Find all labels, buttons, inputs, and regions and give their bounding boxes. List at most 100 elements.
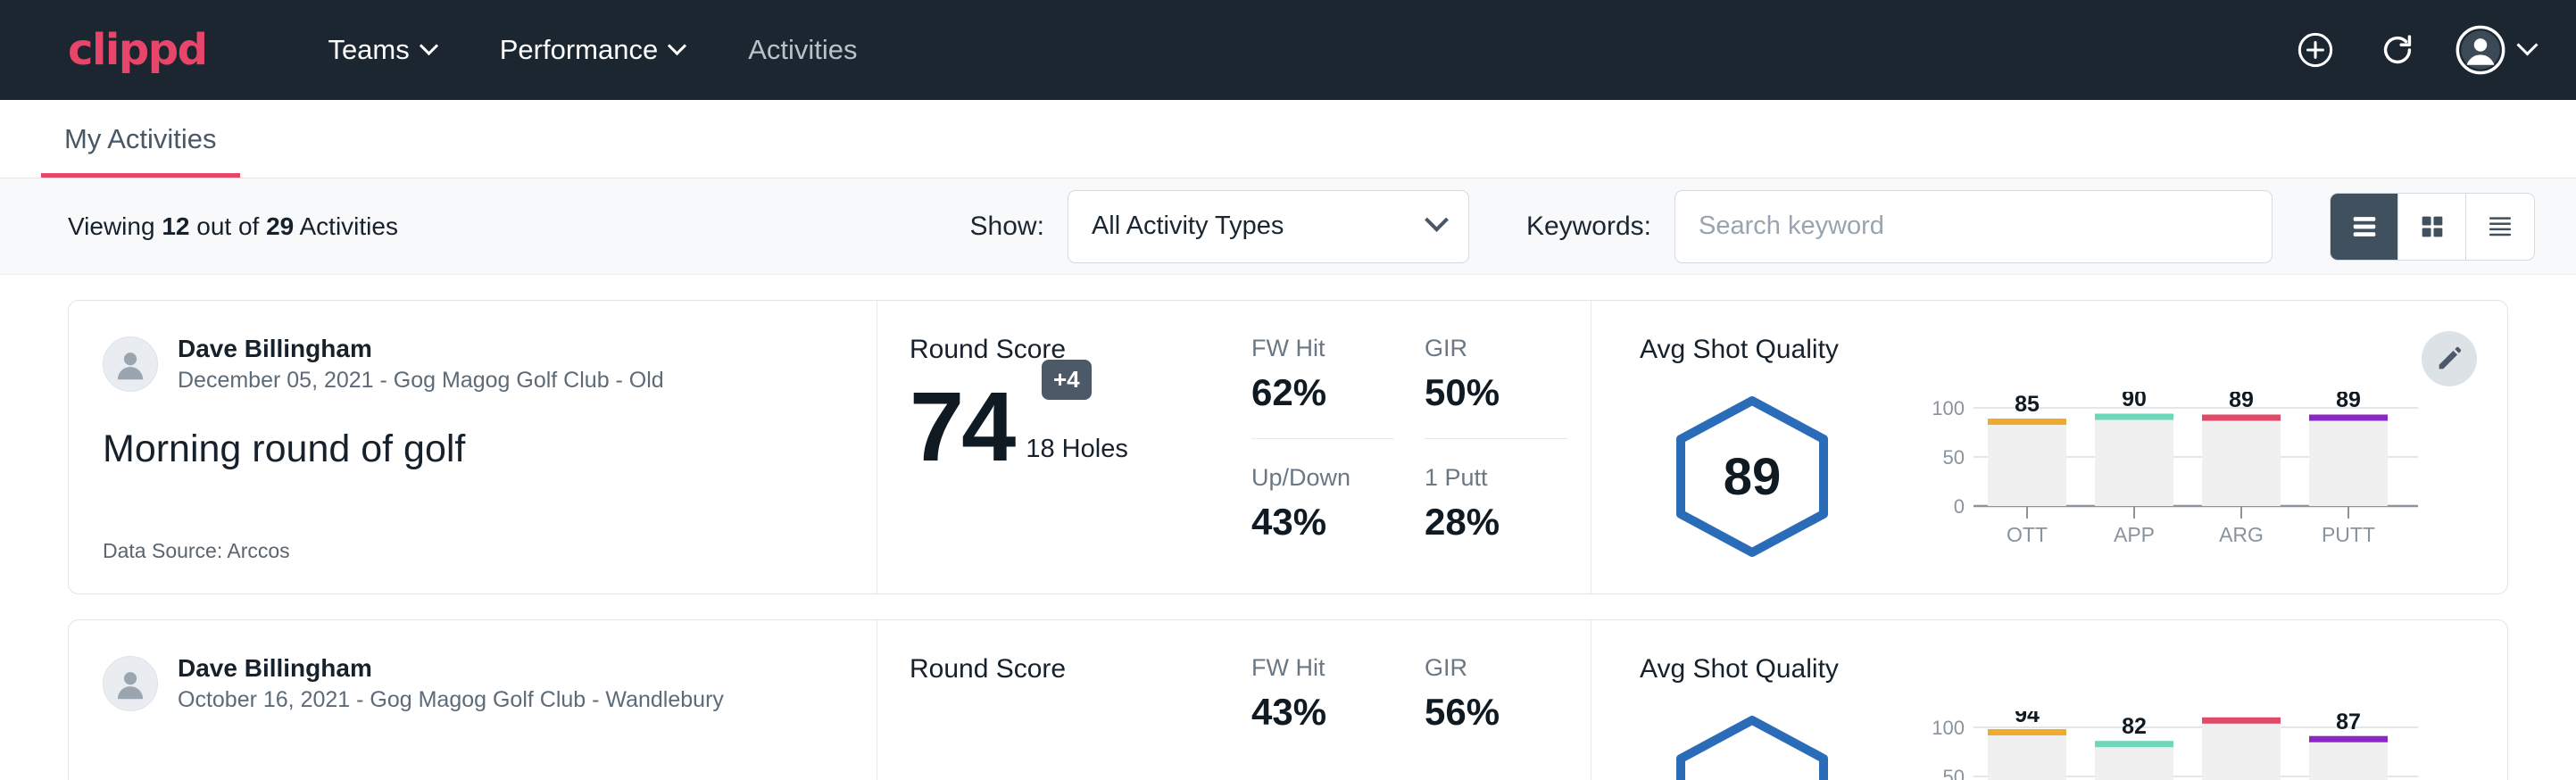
stat-gir: GIR 56% [1425, 654, 1567, 780]
stat-gir: GIR 50% [1425, 335, 1567, 439]
avg-shot-quality-label: Avg Shot Quality [1640, 654, 2507, 685]
filter-controls: Show: All Activity Types Keywords: Searc… [970, 190, 2535, 263]
svg-text:89: 89 [2336, 392, 2361, 412]
svg-text:89: 89 [2229, 392, 2254, 412]
round-score-label: Round Score [910, 654, 1251, 685]
quality-hexagon: 89 [1663, 392, 1841, 561]
svg-text:50: 50 [1943, 446, 1965, 469]
stat-label: FW Hit [1251, 335, 1394, 362]
stat-up-down: Up/Down 43% [1251, 464, 1394, 568]
nav-item-teams[interactable]: Teams [295, 34, 467, 66]
compact-view-icon [2485, 212, 2515, 241]
stat-value: 62% [1251, 371, 1394, 414]
stat-value: 50% [1425, 371, 1567, 414]
primary-nav: Teams Performance Activities [295, 34, 889, 66]
viewing-total: 29 [266, 212, 294, 240]
edit-activity-button[interactable] [2422, 331, 2477, 386]
round-score-value: 74 [910, 385, 1013, 471]
search-input[interactable]: Search keyword [1674, 190, 2273, 263]
tab-my-activities[interactable]: My Activities [41, 123, 240, 178]
round-stats-grid: FW Hit 62% GIR 50% Up/Down 43% 1 Putt 28… [1251, 301, 1591, 593]
activity-meta: October 16, 2021 - Gog Magog Golf Club -… [178, 687, 724, 713]
activity-summary: Dave Billingham December 05, 2021 - Gog … [69, 301, 877, 593]
grid-view-icon [2417, 212, 2447, 241]
nav-item-performance-label: Performance [500, 34, 658, 66]
avg-shot-quality-section: Avg Shot Quality 89 100 [1591, 301, 2507, 593]
nav-item-activities-label: Activities [748, 34, 857, 66]
stat-label: 1 Putt [1425, 464, 1567, 492]
quality-score-value [1663, 711, 1841, 780]
quality-hexagon [1663, 711, 1841, 780]
stat-label: GIR [1425, 335, 1567, 362]
round-score-section: Round Score [877, 620, 1251, 780]
avg-shot-quality-section: Avg Shot Quality 100 50 0 [1591, 620, 2507, 780]
show-label: Show: [970, 212, 1044, 242]
top-navigation-bar: clippd Teams Performance Activities [0, 0, 2576, 100]
tab-strip: My Activities [0, 100, 2576, 178]
search-placeholder: Search keyword [1699, 212, 1884, 241]
svg-text:94: 94 [2015, 711, 2040, 727]
stat-value: 28% [1425, 501, 1567, 544]
nav-item-activities[interactable]: Activities [716, 34, 889, 66]
chevron-down-icon [1425, 208, 1449, 232]
person-icon [110, 663, 151, 704]
svg-text:ARG: ARG [2219, 523, 2264, 546]
activities-list: Dave Billingham December 05, 2021 - Gog … [0, 275, 2576, 780]
svg-text:50: 50 [1943, 766, 1965, 780]
round-score-section: Round Score 74 +4 18 Holes [877, 301, 1251, 593]
person-icon [110, 344, 151, 385]
account-circle-icon [2456, 25, 2505, 75]
account-menu[interactable] [2456, 25, 2535, 75]
shot-quality-bar-chart: 100 50 0 94 82 106 8 [1918, 711, 2418, 780]
stat-fw-hit: FW Hit 43% [1251, 654, 1394, 780]
activity-type-select[interactable]: All Activity Types [1068, 190, 1469, 263]
plus-circle-icon[interactable] [2291, 26, 2339, 74]
stat-value: 56% [1425, 691, 1567, 734]
view-mode-list-button[interactable] [2331, 194, 2398, 260]
svg-text:82: 82 [2122, 714, 2147, 739]
nav-actions [2291, 25, 2535, 75]
activity-data-source: Data Source: Arccos [103, 539, 290, 563]
activity-author: Dave Billingham October 16, 2021 - Gog M… [103, 654, 841, 713]
viewing-suffix: Activities [294, 212, 398, 240]
keywords-label: Keywords: [1526, 212, 1651, 242]
nav-item-performance[interactable]: Performance [468, 34, 716, 66]
activity-author: Dave Billingham December 05, 2021 - Gog … [103, 335, 841, 394]
view-mode-grid-button[interactable] [2398, 194, 2466, 260]
stat-fw-hit: FW Hit 62% [1251, 335, 1394, 439]
view-mode-toggle [2330, 193, 2535, 261]
viewing-count: 12 [162, 212, 189, 240]
stat-value: 43% [1251, 691, 1394, 734]
quality-score-value: 89 [1663, 392, 1841, 561]
activity-card[interactable]: Dave Billingham October 16, 2021 - Gog M… [68, 619, 2508, 780]
stat-one-putt: 1 Putt 28% [1425, 464, 1567, 568]
stat-label: Up/Down [1251, 464, 1394, 492]
svg-text:85: 85 [2015, 392, 2040, 417]
stat-value: 43% [1251, 501, 1394, 544]
avatar [103, 656, 158, 711]
activity-type-selected-value: All Activity Types [1092, 212, 1284, 241]
svg-text:APP: APP [2114, 523, 2155, 546]
viewing-count-text: Viewing 12 out of 29 Activities [68, 212, 398, 241]
svg-text:87: 87 [2336, 711, 2361, 734]
chevron-down-icon [2516, 34, 2538, 55]
chevron-down-icon [668, 36, 686, 54]
svg-text:100: 100 [1932, 397, 1965, 419]
avatar [103, 336, 158, 392]
author-name: Dave Billingham [178, 654, 724, 683]
svg-text:100: 100 [1932, 717, 1965, 739]
refresh-icon[interactable] [2373, 26, 2422, 74]
shot-quality-bar-chart: 100 50 0 85 90 89 [1918, 392, 2418, 561]
view-mode-compact-button[interactable] [2466, 194, 2534, 260]
activity-title: Morning round of golf [103, 427, 841, 471]
svg-text:OTT: OTT [2007, 523, 2048, 546]
svg-text:106: 106 [2223, 711, 2260, 715]
brand-logo[interactable]: clippd [68, 29, 206, 71]
viewing-prefix: Viewing [68, 212, 162, 240]
stat-label: FW Hit [1251, 654, 1394, 682]
avg-shot-quality-label: Avg Shot Quality [1640, 335, 2507, 365]
activity-card[interactable]: Dave Billingham December 05, 2021 - Gog … [68, 300, 2508, 594]
author-name: Dave Billingham [178, 335, 664, 363]
holes-count: 18 Holes [1026, 435, 1127, 471]
activity-meta: December 05, 2021 - Gog Magog Golf Club … [178, 368, 664, 394]
